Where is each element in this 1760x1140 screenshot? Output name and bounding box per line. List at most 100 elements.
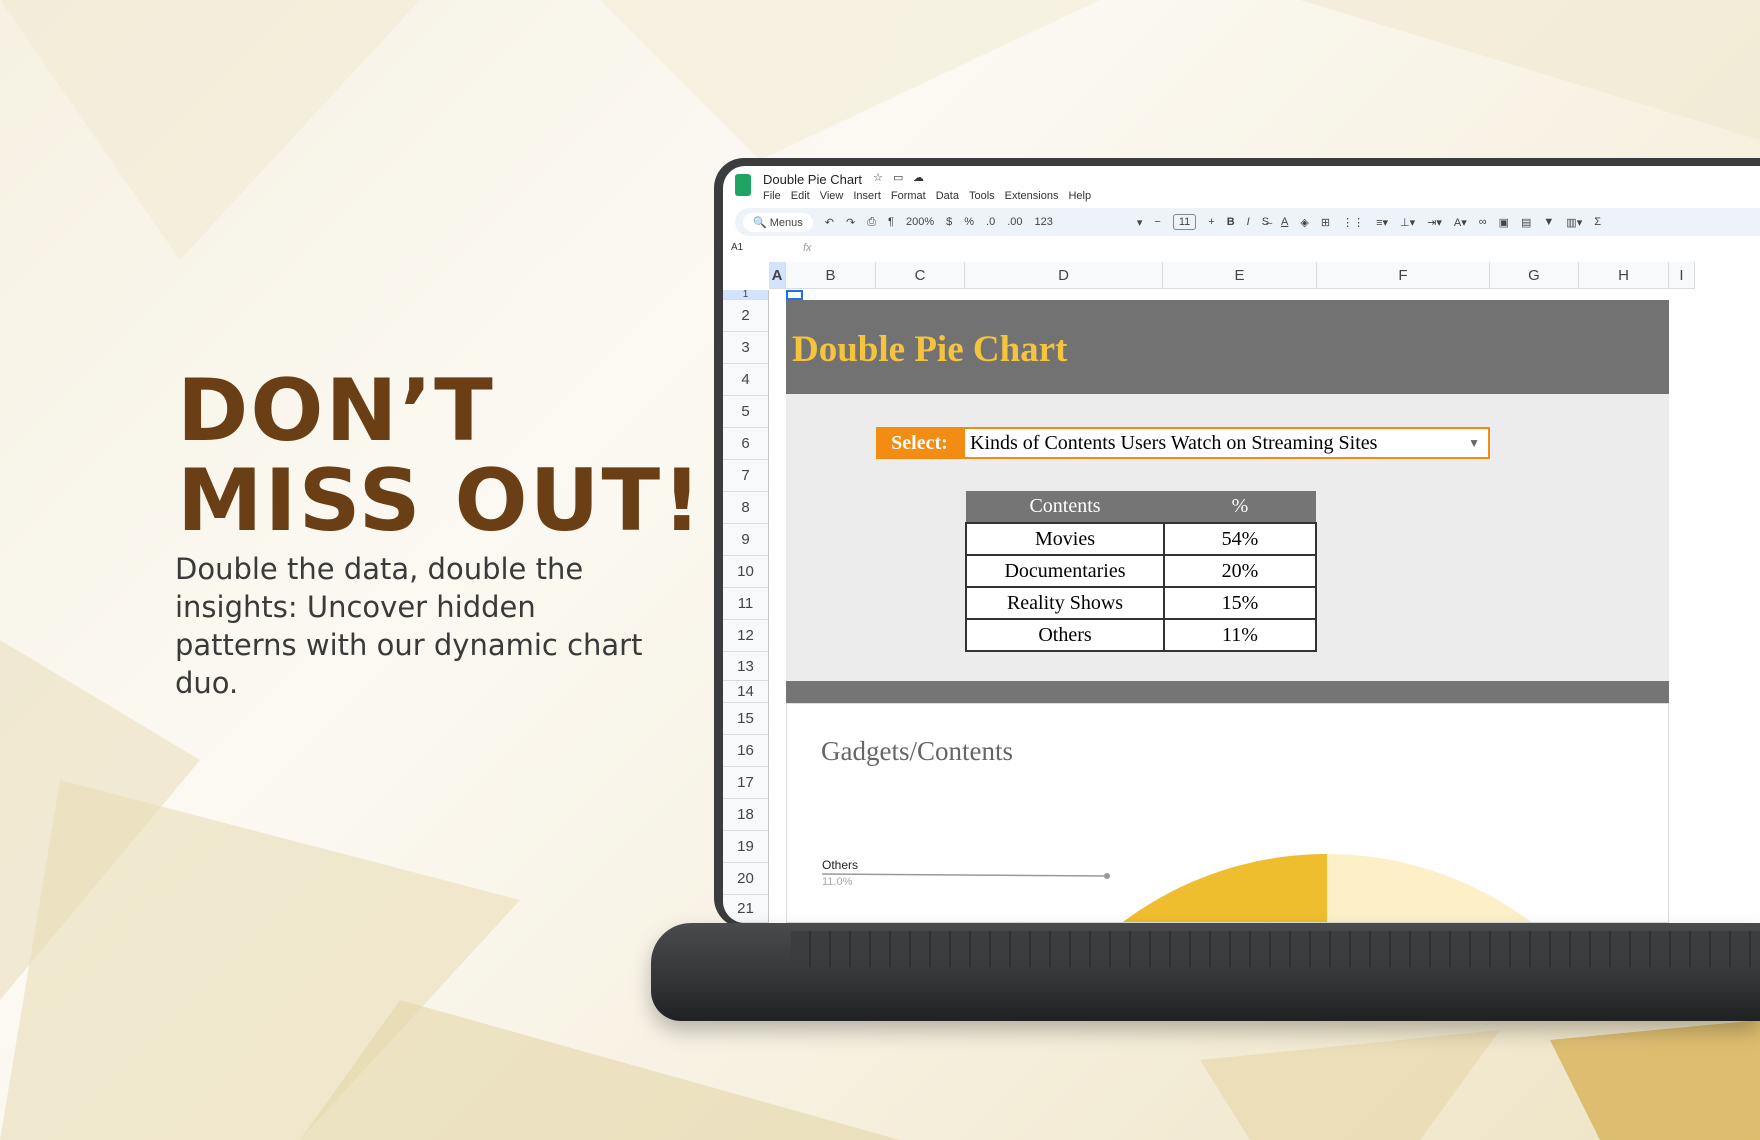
slice-label-value: 11.0% <box>822 876 853 888</box>
column-header-d[interactable]: D <box>965 262 1163 289</box>
column-header-e[interactable]: E <box>1163 262 1317 289</box>
menu-format[interactable]: Format <box>891 190 926 202</box>
percent-cell[interactable]: 54% <box>1163 522 1317 556</box>
menu-tools[interactable]: Tools <box>969 190 995 202</box>
keyboard <box>791 931 1760 967</box>
link-icon[interactable]: ∞ <box>1479 216 1487 228</box>
menu-edit[interactable]: Edit <box>791 190 810 202</box>
font-dropdown-icon[interactable]: ▾ <box>1137 216 1143 229</box>
chevron-down-icon[interactable]: ▼ <box>1468 429 1480 457</box>
row-header-5[interactable]: 5 <box>723 396 769 428</box>
percent-cell[interactable]: 11% <box>1163 618 1317 652</box>
selected-cell-a1[interactable] <box>786 290 803 300</box>
folder-icon[interactable]: ▭ <box>893 171 903 184</box>
rotate-icon[interactable]: A▾ <box>1454 216 1467 229</box>
align-icon[interactable]: ≡▾ <box>1376 216 1388 229</box>
content-cell[interactable]: Movies <box>965 522 1165 556</box>
column-header-c[interactable]: C <box>876 262 965 289</box>
font-size-input[interactable]: 11 <box>1172 214 1197 230</box>
format-button[interactable]: 123 <box>1035 216 1053 228</box>
row-header-1[interactable]: 1 <box>723 290 769 300</box>
content-cell[interactable]: Others <box>965 618 1165 652</box>
row-header-13[interactable]: 13 <box>723 652 769 681</box>
currency-button[interactable]: $ <box>946 216 952 228</box>
text-color-icon[interactable]: A <box>1281 216 1288 228</box>
row-header-14[interactable]: 14 <box>723 681 769 703</box>
promo-headline: DON’T MISS OUT! <box>177 366 703 546</box>
filter-icon[interactable]: ▼ <box>1543 216 1554 228</box>
redo-icon[interactable]: ↷ <box>846 216 855 229</box>
name-box[interactable]: A1 <box>731 242 743 253</box>
decrease-decimal-button[interactable]: .0 <box>986 216 995 228</box>
row-header-7[interactable]: 7 <box>723 460 769 492</box>
column-header-i[interactable]: I <box>1669 262 1695 289</box>
column-header-f[interactable]: F <box>1317 262 1490 289</box>
print-icon[interactable]: ⎙ <box>867 216 876 229</box>
row-header-15[interactable]: 15 <box>723 703 769 735</box>
strikethrough-icon[interactable]: S̶ <box>1262 216 1269 228</box>
bold-button[interactable]: B <box>1227 216 1235 228</box>
sheets-logo-icon[interactable] <box>735 174 751 196</box>
table-row: Others 11% <box>965 618 1317 652</box>
row-header-8[interactable]: 8 <box>723 492 769 524</box>
borders-icon[interactable]: ⊞ <box>1321 216 1330 229</box>
pie-slice-others[interactable] <box>1120 854 1327 923</box>
pie-svg <box>821 854 1534 923</box>
formula-input[interactable] <box>823 238 1753 258</box>
doc-title[interactable]: Double Pie Chart <box>763 172 862 187</box>
menu-file[interactable]: File <box>763 190 781 202</box>
cloud-icon[interactable]: ☁ <box>913 171 924 184</box>
menu-bar: File Edit View Insert Format Data Tools Extensi… <box>763 190 1091 202</box>
column-header-a[interactable]: A <box>769 262 786 289</box>
row-header-17[interactable]: 17 <box>723 767 769 799</box>
star-icon[interactable]: ☆ <box>873 171 883 184</box>
menu-help[interactable]: Help <box>1068 190 1091 202</box>
zoom-select[interactable]: 200% <box>906 216 934 228</box>
sum-icon[interactable]: Σ <box>1594 216 1601 228</box>
row-header-21[interactable]: 21 <box>723 895 769 923</box>
italic-button[interactable]: I <box>1247 216 1250 228</box>
percent-cell[interactable]: 15% <box>1163 586 1317 620</box>
fill-color-icon[interactable]: ◈ <box>1300 216 1308 229</box>
percent-button[interactable]: % <box>964 216 974 228</box>
content-select-dropdown[interactable]: Kinds of Contents Users Watch on Streami… <box>963 427 1490 459</box>
functions-icon[interactable]: ▥▾ <box>1566 216 1582 229</box>
content-cell[interactable]: Documentaries <box>965 554 1165 588</box>
row-header-2[interactable]: 2 <box>723 300 769 332</box>
row-header-6[interactable]: 6 <box>723 428 769 460</box>
column-header-b[interactable]: B <box>786 262 876 289</box>
row-header-4[interactable]: 4 <box>723 364 769 396</box>
row-header-10[interactable]: 10 <box>723 556 769 588</box>
menu-data[interactable]: Data <box>936 190 959 202</box>
font-size-decrease[interactable]: − <box>1154 216 1160 228</box>
column-header-h[interactable]: H <box>1579 262 1669 289</box>
paint-format-icon[interactable]: ¶ <box>888 216 894 228</box>
content-cell[interactable]: Reality Shows <box>965 586 1165 620</box>
merge-icon[interactable]: ⋮⋮ <box>1342 216 1364 229</box>
banner-title: Double Pie Chart <box>792 329 1068 370</box>
percent-cell[interactable]: 20% <box>1163 554 1317 588</box>
font-size-increase[interactable]: + <box>1208 216 1214 228</box>
undo-icon[interactable]: ↶ <box>825 216 834 229</box>
menus-search[interactable]: 🔍 Menus <box>743 212 813 232</box>
row-header-19[interactable]: 19 <box>723 831 769 863</box>
row-header-9[interactable]: 9 <box>723 524 769 556</box>
increase-decimal-button[interactable]: .00 <box>1007 216 1022 228</box>
column-header-g[interactable]: G <box>1490 262 1579 289</box>
pie-chart[interactable]: Gadgets/Contents Others 11.0% <box>786 703 1669 923</box>
menu-view[interactable]: View <box>820 190 844 202</box>
wrap-icon[interactable]: ⇥▾ <box>1427 216 1442 229</box>
row-header-18[interactable]: 18 <box>723 799 769 831</box>
row-header-11[interactable]: 11 <box>723 588 769 620</box>
comment-icon[interactable]: ▣ <box>1499 216 1509 229</box>
headline-line-2: MISS OUT! <box>177 451 704 551</box>
row-header-3[interactable]: 3 <box>723 332 769 364</box>
menu-insert[interactable]: Insert <box>853 190 881 202</box>
row-header-12[interactable]: 12 <box>723 620 769 652</box>
menu-extensions[interactable]: Extensions <box>1005 190 1059 202</box>
chart-icon[interactable]: ▤ <box>1521 216 1531 229</box>
pie-slice-movies[interactable] <box>1327 854 1534 923</box>
valign-icon[interactable]: ⊥▾ <box>1400 216 1415 229</box>
row-header-20[interactable]: 20 <box>723 863 769 895</box>
row-header-16[interactable]: 16 <box>723 735 769 767</box>
